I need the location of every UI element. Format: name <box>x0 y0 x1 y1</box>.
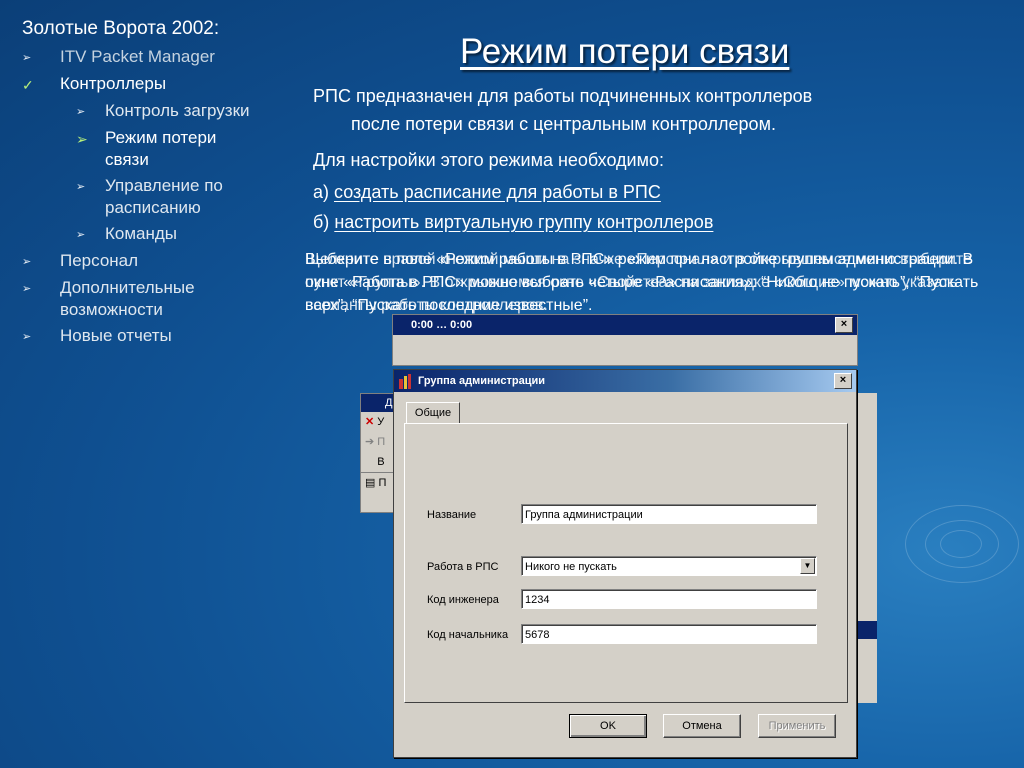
intro-paragraph: РПС предназначен для работы подчиненных … <box>313 82 981 138</box>
arrow-bullet-icon: ➢ <box>76 131 88 147</box>
arrow-bullet-icon: ➢ <box>76 106 86 118</box>
cancel-button[interactable]: Отмена <box>663 714 741 738</box>
rps-mode-label: Работа в РПС <box>427 561 499 573</box>
chevron-down-icon[interactable]: ▼ <box>800 558 815 574</box>
chief-code-label: Код начальника <box>427 629 509 641</box>
engineer-code-label: Код инженера <box>427 594 499 606</box>
sidebar-nav: Золотые Ворота 2002: ➢ ITV Packet Manage… <box>22 18 292 352</box>
close-icon[interactable]: × <box>835 317 853 333</box>
ok-button[interactable]: OK <box>569 714 647 738</box>
arrow-bullet-icon: ➢ <box>76 181 86 193</box>
name-label: Название <box>427 509 477 521</box>
instruction-layer-2: Щелкните правой кнопкой мыши на значке «… <box>305 251 972 314</box>
arrow-bullet-icon: ➢ <box>22 283 32 295</box>
sidebar-item-personnel[interactable]: ➢ Персонал <box>22 250 292 273</box>
sidebar-item-new-reports[interactable]: ➢ Новые отчеты <box>22 325 292 348</box>
background-schedule-titlebar: 0:00 … 0:00 × <box>393 315 857 335</box>
delete-x-icon: ✕ <box>365 416 375 428</box>
sidebar-item-additional-features[interactable]: ➢ Дополнительные возможности <box>22 277 292 321</box>
tab-general[interactable]: Общие <box>406 402 460 423</box>
sidebar-root-title: Золотые Ворота 2002: <box>22 18 220 39</box>
sidebar-item-controllers[interactable]: ✓ Контроллеры <box>22 73 292 96</box>
dialog-titlebar: Группа администрации × <box>394 370 856 392</box>
sidebar-item-connection-loss-mode[interactable]: ➢ Режим потери связи <box>22 127 292 171</box>
background-schedule-window: 0:00 … 0:00 × <box>392 314 858 366</box>
step-b: б) настроить виртуальную группу контролл… <box>313 212 714 232</box>
water-ripple-3 <box>905 505 1019 583</box>
name-field[interactable]: Группа администрации <box>521 504 817 524</box>
sidebar-item-itv-packet-manager[interactable]: ➢ ITV Packet Manager <box>22 46 292 69</box>
arrow-bullet-icon: ➢ <box>22 52 32 64</box>
properties-icon: ▤ <box>365 477 376 489</box>
close-icon[interactable]: × <box>834 373 852 389</box>
arrow-bullet-icon: ➢ <box>22 331 32 343</box>
sidebar-item-load-control[interactable]: ➢ Контроль загрузки <box>22 100 292 123</box>
arrow-right-icon: ➔ <box>365 436 375 448</box>
sidebar-item-schedule-control[interactable]: ➢ Управление по расписанию <box>22 175 292 219</box>
arrow-bullet-icon: ➢ <box>22 256 32 268</box>
page-title: Режим потери связи <box>460 32 790 71</box>
arrow-bullet-icon: ➢ <box>76 229 86 241</box>
chief-code-field[interactable]: 5678 <box>521 624 817 644</box>
checkmark-icon: ✓ <box>22 77 34 93</box>
step-a: а) создать расписание для работы в РПС <box>313 182 661 202</box>
app-icon <box>399 374 411 389</box>
general-tab-panel: Название Группа администрации Работа в Р… <box>404 423 848 703</box>
setup-paragraph: Для настройки этого режима необходимо: <box>313 150 664 170</box>
dialog-title: Группа администрации <box>418 375 546 387</box>
sidebar-item-commands[interactable]: ➢ Команды <box>22 223 292 246</box>
engineer-code-field[interactable]: 1234 <box>521 589 817 609</box>
intro-line-1: РПС предназначен для работы подчиненных … <box>313 86 813 106</box>
configure-group-link[interactable]: настроить виртуальную группу контроллеро… <box>334 212 713 232</box>
apply-button[interactable]: Применить <box>758 714 836 738</box>
intro-line-2: после потери связи с центральным контрол… <box>351 114 776 134</box>
group-properties-dialog: Группа администрации × Общие Название Гр… <box>393 369 857 758</box>
rps-mode-select[interactable]: Никого не пускать ▼ <box>521 556 817 576</box>
create-schedule-link[interactable]: создать расписание для работы в РПС <box>334 182 661 202</box>
